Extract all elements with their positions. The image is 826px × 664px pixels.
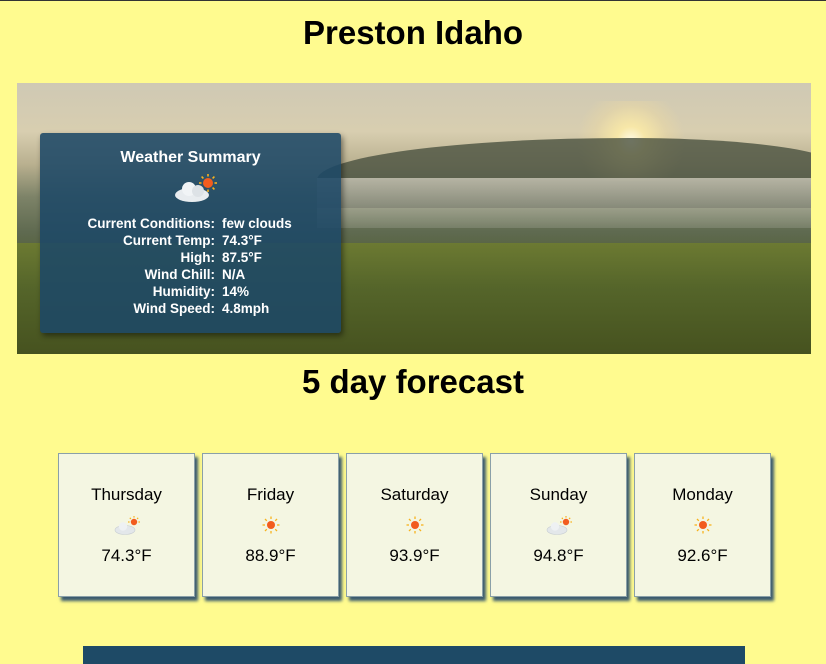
- few-clouds-icon: [114, 516, 140, 535]
- humidity-value: 14%: [222, 284, 250, 299]
- footer-bar: [83, 646, 745, 664]
- day-name: Sunday: [529, 485, 588, 504]
- day-temp: 88.9°F: [245, 546, 296, 565]
- forecast-card-thursday: Thursday 74.3°F: [58, 453, 195, 597]
- high-value: 87.5°F: [222, 250, 262, 265]
- sun-icon: [262, 516, 279, 534]
- sun-icon: [406, 516, 423, 534]
- sun-icon: [694, 516, 711, 534]
- summary-row-high: High: 87.5°F: [40, 249, 341, 266]
- summary-title: Weather Summary: [120, 149, 261, 166]
- day-name: Thursday: [91, 485, 162, 504]
- conditions-label: Current Conditions:: [87, 216, 216, 231]
- forecast-card-monday: Monday 92.6°F: [634, 453, 771, 597]
- summary-row-wind-speed: Wind Speed: 4.8mph: [40, 300, 341, 317]
- high-label: High:: [180, 250, 216, 265]
- current-temp-label: Current Temp:: [122, 233, 215, 248]
- forecast-card-friday: Friday 88.9°F: [202, 453, 339, 597]
- current-temp-value: 74.3°F: [222, 233, 262, 248]
- forecast-cards: Thursday 74.3°F Friday 88.9°F Saturday 9…: [58, 453, 778, 597]
- day-temp: 93.9°F: [389, 546, 440, 565]
- few-clouds-icon: [175, 174, 217, 202]
- wind-speed-label: Wind Speed:: [133, 301, 215, 316]
- summary-row-wind-chill: Wind Chill: N/A: [40, 266, 341, 283]
- page-title: Preston Idaho: [302, 14, 524, 51]
- summary-row-current-temp: Current Temp: 74.3°F: [40, 232, 341, 249]
- day-name: Saturday: [380, 485, 449, 504]
- weather-summary-panel: Weather Summary Current Conditions: few …: [40, 133, 341, 333]
- day-name: Monday: [672, 485, 733, 504]
- day-name: Friday: [246, 485, 295, 504]
- wind-chill-label: Wind Chill:: [144, 267, 215, 282]
- humidity-label: Humidity:: [152, 284, 215, 299]
- forecast-title: 5 day forecast: [302, 363, 524, 400]
- summary-details: Current Conditions: few clouds Current T…: [40, 215, 341, 317]
- day-temp: 92.6°F: [677, 546, 728, 565]
- hero-image: Weather Summary Current Conditions: few …: [17, 83, 811, 354]
- few-clouds-icon: [546, 516, 572, 535]
- summary-row-humidity: Humidity: 14%: [40, 283, 341, 300]
- forecast-card-sunday: Sunday 94.8°F: [490, 453, 627, 597]
- summary-row-conditions: Current Conditions: few clouds: [40, 215, 341, 232]
- conditions-value: few clouds: [222, 216, 292, 231]
- day-temp: 74.3°F: [101, 546, 152, 565]
- day-temp: 94.8°F: [533, 546, 584, 565]
- forecast-card-saturday: Saturday 93.9°F: [346, 453, 483, 597]
- wind-chill-value: N/A: [222, 267, 246, 282]
- wind-speed-value: 4.8mph: [222, 301, 270, 316]
